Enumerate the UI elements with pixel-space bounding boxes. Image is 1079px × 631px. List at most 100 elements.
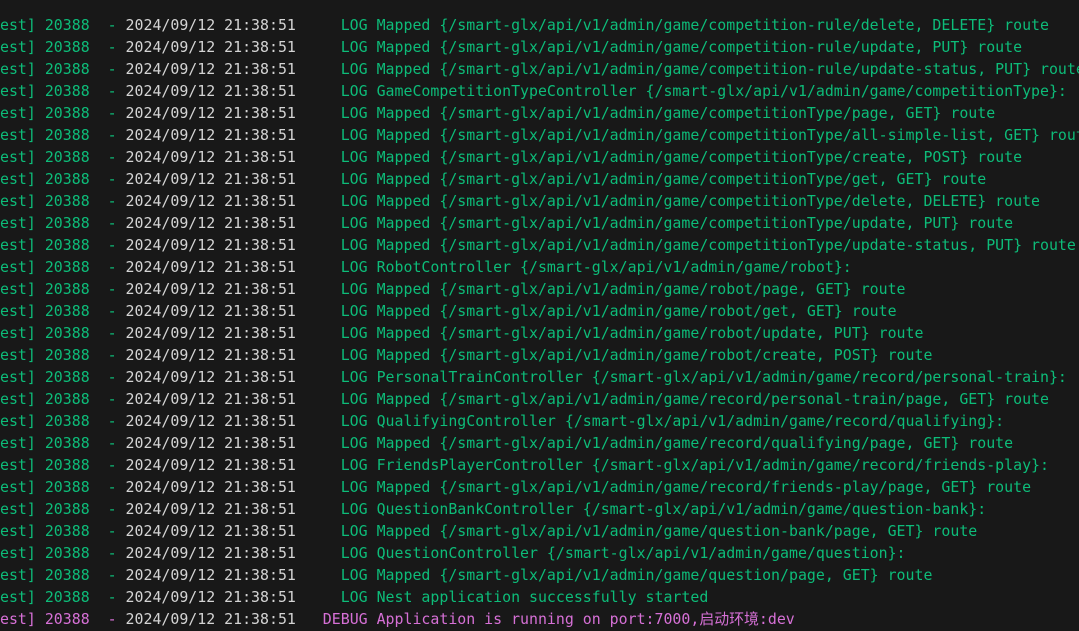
log-prefix: est] [0, 170, 36, 188]
log-pid: 20388 [44, 60, 90, 78]
log-line: est] 20388 - 2024/09/12 21:38:51 LOG Map… [0, 432, 1079, 454]
log-prefix: est] [0, 478, 36, 496]
log-line: est] 20388 - 2024/09/12 21:38:51 LOG Map… [0, 476, 1079, 498]
log-prefix: est] [0, 368, 36, 386]
log-line: est] 20388 - 2024/09/12 21:38:51 LOG Map… [0, 322, 1079, 344]
log-message: Application is running on port:7000,启动环境… [376, 610, 795, 628]
log-prefix: est] [0, 258, 36, 276]
log-line: est] 20388 - 2024/09/12 21:38:51 DEBUG A… [0, 608, 1079, 630]
log-message: Mapped {/smart-glx/api/v1/admin/game/com… [376, 60, 1079, 78]
log-level: LOG [340, 104, 368, 122]
log-line: est] 20388 - 2024/09/12 21:38:51 LOG Map… [0, 168, 1079, 190]
log-pid: 20388 [44, 126, 90, 144]
log-message: Mapped {/smart-glx/api/v1/admin/game/que… [376, 522, 978, 540]
spacer: - [89, 346, 126, 364]
log-prefix: est] [0, 192, 36, 210]
log-line: est] 20388 - 2024/09/12 21:38:51 LOG Map… [0, 344, 1079, 366]
log-prefix: est] [0, 16, 36, 34]
log-level: LOG [340, 38, 368, 56]
log-pid: 20388 [44, 324, 90, 342]
spacer: - [89, 588, 126, 606]
log-prefix: est] [0, 214, 36, 232]
log-message: Mapped {/smart-glx/api/v1/admin/game/rec… [376, 434, 1014, 452]
log-pid: 20388 [44, 566, 90, 584]
log-message: Nest application successfully started [376, 588, 709, 606]
log-pid: 20388 [44, 434, 90, 452]
log-prefix: est] [0, 566, 36, 584]
log-pid: 20388 [44, 346, 90, 364]
log-line: est] 20388 - 2024/09/12 21:38:51 LOG Map… [0, 234, 1079, 256]
log-pid: 20388 [44, 500, 90, 518]
terminal-output[interactable]: est] 20388 - 2024/09/12 21:38:51 LOG Map… [0, 14, 1079, 630]
log-prefix: est] [0, 434, 36, 452]
log-timestamp: 2024/09/12 21:38:51 [125, 478, 296, 496]
log-line: est] 20388 - 2024/09/12 21:38:51 LOG Map… [0, 388, 1079, 410]
log-level: LOG [340, 390, 368, 408]
log-level: LOG [340, 214, 368, 232]
spacer: - [89, 456, 126, 474]
log-pid: 20388 [44, 522, 90, 540]
log-prefix: est] [0, 104, 36, 122]
log-timestamp: 2024/09/12 21:38:51 [125, 38, 296, 56]
log-timestamp: 2024/09/12 21:38:51 [125, 610, 296, 628]
spacer: - [89, 522, 126, 540]
log-timestamp: 2024/09/12 21:38:51 [125, 456, 296, 474]
log-timestamp: 2024/09/12 21:38:51 [125, 16, 296, 34]
spacer: - [89, 544, 126, 562]
log-message: Mapped {/smart-glx/api/v1/admin/game/rob… [376, 324, 924, 342]
log-level: LOG [340, 412, 368, 430]
log-level: LOG [340, 478, 368, 496]
log-prefix: est] [0, 390, 36, 408]
log-pid: 20388 [44, 148, 90, 166]
spacer: - [89, 214, 126, 232]
log-message: Mapped {/smart-glx/api/v1/admin/game/com… [376, 192, 1040, 210]
log-level: LOG [340, 588, 368, 606]
log-message: Mapped {/smart-glx/api/v1/admin/game/rob… [376, 346, 933, 364]
log-line: est] 20388 - 2024/09/12 21:38:51 LOG Map… [0, 300, 1079, 322]
spacer: - [89, 104, 126, 122]
spacer: - [89, 148, 126, 166]
log-timestamp: 2024/09/12 21:38:51 [125, 280, 296, 298]
log-message: PersonalTrainController {/smart-glx/api/… [376, 368, 1067, 386]
log-line: est] 20388 - 2024/09/12 21:38:51 LOG Fri… [0, 454, 1079, 476]
log-message: Mapped {/smart-glx/api/v1/admin/game/rob… [376, 302, 897, 320]
log-prefix: est] [0, 60, 36, 78]
log-level: LOG [340, 236, 368, 254]
log-message: QuestionController {/smart-glx/api/v1/ad… [376, 544, 906, 562]
